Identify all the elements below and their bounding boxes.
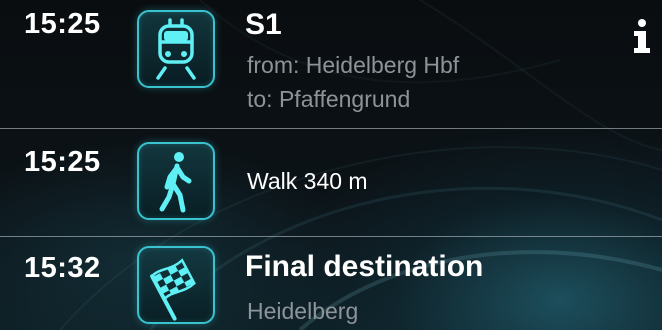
arrival-time: 15:32 — [24, 252, 101, 284]
walk-icon — [159, 152, 192, 213]
leg-train[interactable]: 15:25 S1 from: Heidelberg Hbf to: Pfaffe… — [0, 0, 662, 128]
destination-title: Final destination — [245, 250, 484, 283]
walk-distance: Walk 340 m — [247, 168, 368, 194]
destination-city: Heidelberg — [247, 298, 359, 324]
flag-icon-box — [137, 246, 215, 324]
leg-walk[interactable]: 15:25 Walk 340 m — [0, 130, 662, 236]
route-details-screen: 15:25 S1 from: Heidelberg Hbf to: Pfaffe… — [0, 0, 662, 330]
train-icon — [156, 18, 196, 80]
departure-time: 15:25 — [24, 8, 101, 40]
to-station: to: Pfaffengrund — [247, 86, 411, 112]
walk-time: 15:25 — [24, 146, 101, 178]
from-station: from: Heidelberg Hbf — [247, 52, 460, 78]
walk-icon-box — [137, 142, 215, 220]
row-divider — [0, 236, 662, 237]
row-divider — [0, 128, 662, 129]
leg-destination[interactable]: 15:32 Final destination Heidelberg — [0, 238, 662, 330]
checkered-flag-icon — [150, 258, 196, 321]
line-name: S1 — [245, 8, 282, 41]
train-icon-box — [137, 10, 215, 88]
